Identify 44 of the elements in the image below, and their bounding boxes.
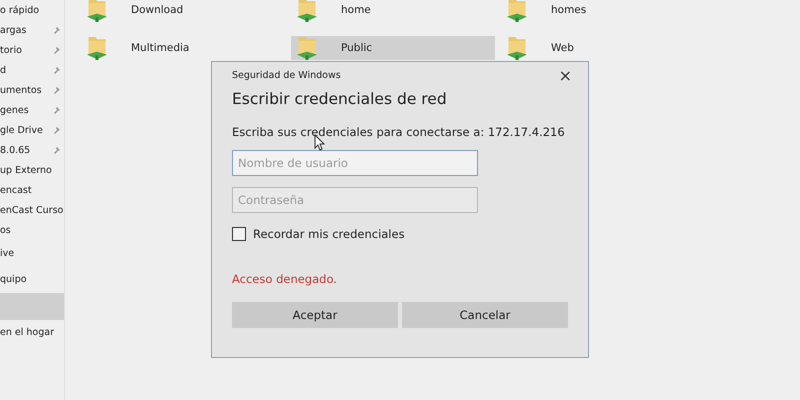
dialog-caption: Seguridad de Windows (232, 70, 341, 80)
remember-label: Recordar mis credenciales (253, 227, 405, 241)
nav-item[interactable]: gle Drive (0, 120, 64, 140)
dialog-title: Escribir credenciales de red (232, 90, 448, 108)
nav-item[interactable]: ive (0, 240, 64, 266)
username-field[interactable]: Nombre de usuario (232, 150, 478, 176)
nav-item[interactable]: 8.0.65 (0, 140, 64, 160)
accept-button[interactable]: Aceptar (232, 302, 398, 328)
cancel-button[interactable]: Cancelar (402, 302, 568, 328)
network-folder-icon (87, 36, 107, 60)
nav-item[interactable]: genes (0, 100, 64, 120)
nav-item[interactable]: up Externo (0, 160, 64, 180)
nav-item[interactable]: en el hogar (0, 320, 64, 346)
close-button[interactable]: × (556, 66, 574, 84)
prompt-text: Escriba sus credenciales para conectarse a: 172.17.4.216 (232, 125, 566, 139)
nav-item[interactable]: argas (0, 20, 64, 40)
folder-name: Multimedia (131, 42, 190, 54)
network-folder-icon (507, 0, 527, 22)
nav-item[interactable]: d (0, 60, 64, 80)
folder-name: home (341, 4, 371, 16)
folder-item[interactable]: Multimedia (81, 36, 285, 60)
nav-item[interactable]: torio (0, 40, 64, 60)
folder-item[interactable]: Web (501, 36, 705, 60)
nav-item[interactable]: encast (0, 180, 64, 200)
network-folder-icon (297, 36, 317, 60)
network-folder-icon (87, 0, 107, 22)
network-folder-icon (297, 0, 317, 22)
nav-item[interactable]: umentos (0, 80, 64, 100)
folder-name: Download (131, 4, 184, 16)
folder-item[interactable]: Download (81, 0, 285, 22)
nav-item[interactable]: o rápido (0, 0, 64, 20)
folder-name: homes (551, 4, 586, 16)
folder-name: Web (551, 42, 574, 54)
nav-item[interactable]: enCast Curso (0, 200, 64, 220)
folder-name: Public (341, 42, 372, 54)
password-field[interactable]: Contraseña (232, 187, 478, 213)
folder-item[interactable]: Public (291, 36, 495, 60)
error-message: Acceso denegado. (232, 272, 338, 286)
nav-item[interactable]: os (0, 220, 64, 240)
folder-item[interactable]: homes (501, 0, 705, 22)
network-folder-icon (507, 36, 527, 60)
nav-item[interactable]: quipo (0, 266, 64, 293)
remember-checkbox[interactable] (232, 227, 246, 241)
folder-item[interactable]: home (291, 0, 495, 22)
